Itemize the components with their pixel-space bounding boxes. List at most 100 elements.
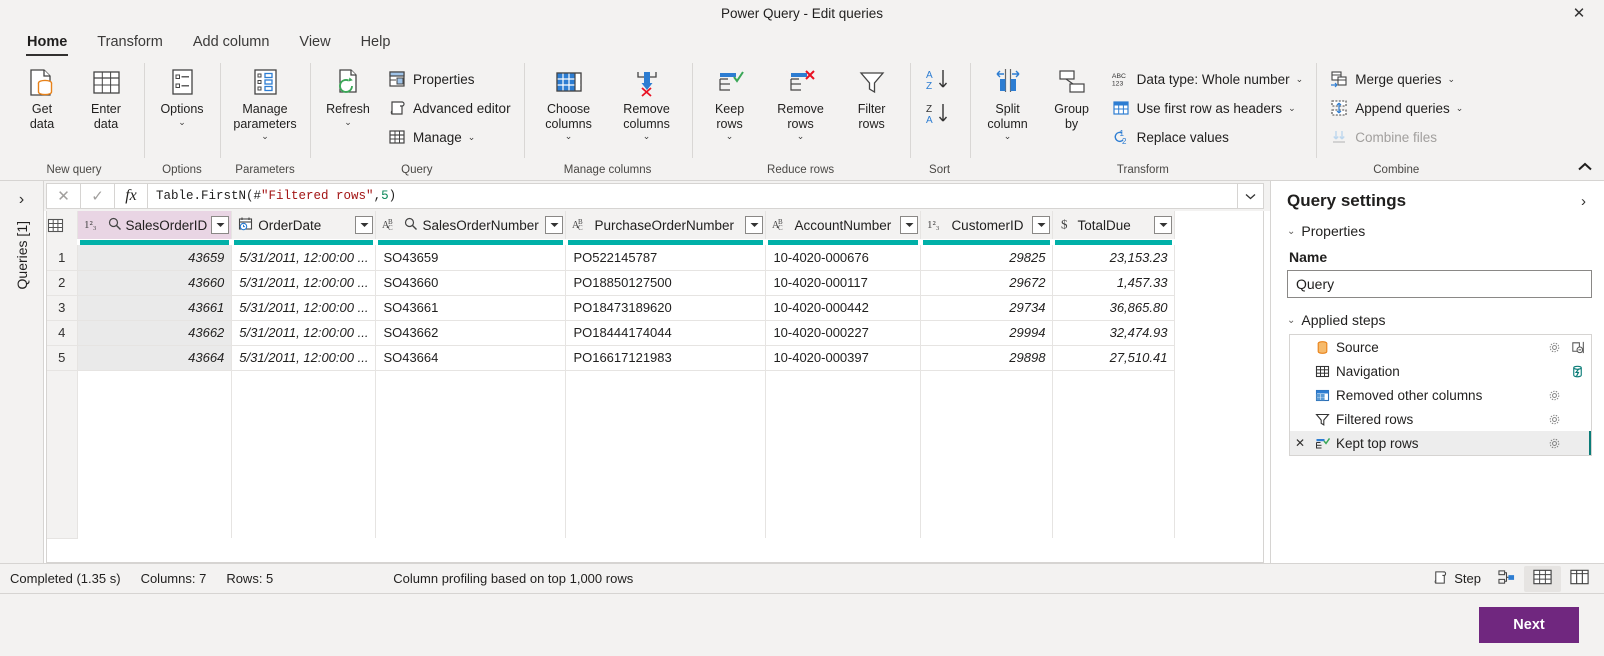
step-settings-gear-icon[interactable] bbox=[1546, 389, 1562, 402]
fx-icon[interactable]: fx bbox=[114, 183, 148, 209]
keep-rows-button[interactable]: Keep rows ⌄ bbox=[699, 61, 761, 144]
data-source-settings-icon[interactable] bbox=[1567, 340, 1587, 355]
tab-transform[interactable]: Transform bbox=[84, 31, 176, 57]
cell-salesordernumber[interactable]: SO43660 bbox=[375, 270, 567, 296]
advanced-editor-button[interactable]: Advanced editor bbox=[381, 94, 517, 122]
column-filter-dropdown[interactable] bbox=[211, 216, 230, 234]
tab-add-column[interactable]: Add column bbox=[180, 31, 283, 57]
get-data-button[interactable]: Get data bbox=[11, 61, 73, 133]
cell-salesordernumber[interactable]: SO43664 bbox=[375, 345, 567, 371]
data-type-button[interactable]: ABC 123 Data type: Whole number ⌄ bbox=[1105, 65, 1310, 93]
close-icon[interactable]: ✕ bbox=[1562, 0, 1596, 26]
cell-accountnumber[interactable]: 10-4020-000442 bbox=[765, 295, 922, 321]
remove-rows-button[interactable]: Remove rows ⌄ bbox=[763, 61, 839, 144]
column-header-salesordernumber[interactable]: ABC SalesOrderNumber bbox=[375, 211, 567, 239]
column-filter-dropdown[interactable] bbox=[355, 216, 374, 234]
cell-orderdate[interactable]: 5/31/2011, 12:00:00 ... bbox=[231, 270, 377, 296]
next-button[interactable]: Next bbox=[1479, 607, 1579, 643]
table-row[interactable]: 3 43661 5/31/2011, 12:00:00 ... SO43661 … bbox=[47, 295, 1176, 321]
query-name-input[interactable]: Query bbox=[1287, 270, 1592, 298]
manage-parameters-button[interactable]: Manage parameters ⌄ bbox=[227, 61, 303, 144]
column-header-accountnumber[interactable]: ABC AccountNumber bbox=[765, 211, 922, 239]
cell-orderdate[interactable]: 5/31/2011, 12:00:00 ... bbox=[231, 320, 377, 346]
use-first-row-as-headers-button[interactable]: Use first row as headers ⌄ bbox=[1105, 94, 1310, 122]
group-by-button[interactable]: Group by bbox=[1041, 61, 1103, 133]
tab-help[interactable]: Help bbox=[348, 31, 404, 57]
step-settings-gear-icon[interactable] bbox=[1546, 341, 1562, 354]
enter-data-button[interactable]: Enter data bbox=[75, 61, 137, 133]
table-row[interactable]: 1 43659 5/31/2011, 12:00:00 ... SO43659 … bbox=[47, 245, 1176, 271]
cell-customerid[interactable]: 29672 bbox=[920, 270, 1054, 296]
applied-steps-section-toggle[interactable]: ⌄ Applied steps bbox=[1287, 312, 1592, 328]
cell-orderdate[interactable]: 5/31/2011, 12:00:00 ... bbox=[231, 345, 377, 371]
cell-salesorderid[interactable]: 43662 bbox=[77, 320, 233, 346]
cell-accountnumber[interactable]: 10-4020-000397 bbox=[765, 345, 922, 371]
remove-columns-button[interactable]: Remove columns ⌄ bbox=[609, 61, 685, 144]
data-preview-grid[interactable]: 1²₃ SalesOrderID OrderDate A B C SalesOr… bbox=[46, 211, 1264, 563]
column-header-salesorderid[interactable]: 1²₃ SalesOrderID bbox=[77, 211, 233, 239]
column-header-purchaseordernumber[interactable]: ABC PurchaseOrderNumber bbox=[565, 211, 767, 239]
append-queries-button[interactable]: Append queries ⌄ bbox=[1323, 94, 1469, 122]
cell-purchaseordernumber[interactable]: PO16617121983 bbox=[565, 345, 767, 371]
table-row[interactable]: 5 43664 5/31/2011, 12:00:00 ... SO43664 … bbox=[47, 345, 1176, 371]
cell-purchaseordernumber[interactable]: PO18850127500 bbox=[565, 270, 767, 296]
column-filter-dropdown[interactable] bbox=[1154, 216, 1173, 234]
data-view-button[interactable] bbox=[1524, 565, 1561, 592]
merge-queries-button[interactable]: Merge queries ⌄ bbox=[1323, 65, 1469, 93]
table-row[interactable]: 2 43660 5/31/2011, 12:00:00 ... SO43660 … bbox=[47, 270, 1176, 296]
cell-totaldue[interactable]: 1,457.33 bbox=[1052, 270, 1176, 296]
cell-customerid[interactable]: 29898 bbox=[920, 345, 1054, 371]
cell-accountnumber[interactable]: 10-4020-000676 bbox=[765, 245, 922, 271]
options-button[interactable]: Options ⌄ bbox=[151, 61, 213, 130]
step-settings-gear-icon[interactable] bbox=[1546, 437, 1562, 450]
formula-expand-icon[interactable] bbox=[1238, 183, 1264, 209]
cell-orderdate[interactable]: 5/31/2011, 12:00:00 ... bbox=[231, 245, 377, 271]
step-view-button[interactable]: Step bbox=[1424, 566, 1489, 592]
queries-pane-label[interactable]: Queries [1] bbox=[14, 221, 30, 289]
applied-step-navigation[interactable]: Navigation bbox=[1290, 359, 1591, 383]
applied-step-source[interactable]: Source bbox=[1290, 335, 1591, 359]
cell-accountnumber[interactable]: 10-4020-000117 bbox=[765, 270, 922, 296]
delete-step-icon[interactable]: ✕ bbox=[1292, 436, 1308, 450]
formula-accept-icon[interactable]: ✓ bbox=[80, 183, 114, 209]
cell-customerid[interactable]: 29734 bbox=[920, 295, 1054, 321]
cell-salesordernumber[interactable]: SO43659 bbox=[375, 245, 567, 271]
column-header-orderdate[interactable]: OrderDate bbox=[231, 211, 377, 239]
column-filter-dropdown[interactable] bbox=[545, 216, 564, 234]
refresh-button[interactable]: Refresh ⌄ bbox=[317, 61, 379, 130]
cell-salesordernumber[interactable]: SO43662 bbox=[375, 320, 567, 346]
diagram-view-button[interactable] bbox=[1489, 566, 1524, 592]
cell-purchaseordernumber[interactable]: PO18473189620 bbox=[565, 295, 767, 321]
cell-purchaseordernumber[interactable]: PO522145787 bbox=[565, 245, 767, 271]
select-all-corner[interactable] bbox=[47, 211, 78, 239]
column-filter-dropdown[interactable] bbox=[900, 216, 919, 234]
cell-customerid[interactable]: 29994 bbox=[920, 320, 1054, 346]
column-filter-dropdown[interactable] bbox=[1032, 216, 1051, 234]
cell-customerid[interactable]: 29825 bbox=[920, 245, 1054, 271]
cell-totaldue[interactable]: 36,865.80 bbox=[1052, 295, 1176, 321]
collapse-ribbon-icon[interactable] bbox=[1574, 158, 1596, 176]
tab-home[interactable]: Home bbox=[14, 31, 80, 57]
replace-values-button[interactable]: 1 2 Replace values bbox=[1105, 123, 1310, 151]
cell-totaldue[interactable]: 23,153.23 bbox=[1052, 245, 1176, 271]
formula-input[interactable]: Table.FirstN(# "Filtered rows", 5) bbox=[148, 183, 1238, 209]
cell-salesorderid[interactable]: 43659 bbox=[77, 245, 233, 271]
collapse-query-settings-icon[interactable]: › bbox=[1575, 193, 1592, 210]
cell-purchaseordernumber[interactable]: PO18444174044 bbox=[565, 320, 767, 346]
cell-accountnumber[interactable]: 10-4020-000227 bbox=[765, 320, 922, 346]
manage-button[interactable]: Manage ⌄ bbox=[381, 123, 517, 151]
sort-ascending-button[interactable]: A Z bbox=[917, 65, 963, 97]
choose-columns-button[interactable]: Choose columns ⌄ bbox=[531, 61, 607, 144]
sort-descending-button[interactable]: Z A bbox=[917, 99, 963, 131]
applied-step-kept-top-rows[interactable]: ✕ Kept top rows bbox=[1290, 431, 1591, 455]
cell-totaldue[interactable]: 32,474.93 bbox=[1052, 320, 1176, 346]
cell-salesorderid[interactable]: 43664 bbox=[77, 345, 233, 371]
column-header-customerid[interactable]: 1²₃ CustomerID bbox=[920, 211, 1054, 239]
properties-button[interactable]: Properties bbox=[381, 65, 517, 93]
table-row[interactable]: 4 43662 5/31/2011, 12:00:00 ... SO43662 … bbox=[47, 320, 1176, 346]
formula-cancel-icon[interactable]: ✕ bbox=[46, 183, 80, 209]
cell-totaldue[interactable]: 27,510.41 bbox=[1052, 345, 1176, 371]
applied-step-filtered-rows[interactable]: Filtered rows bbox=[1290, 407, 1591, 431]
expand-queries-icon[interactable]: › bbox=[13, 187, 30, 213]
step-settings-gear-icon[interactable] bbox=[1546, 413, 1562, 426]
